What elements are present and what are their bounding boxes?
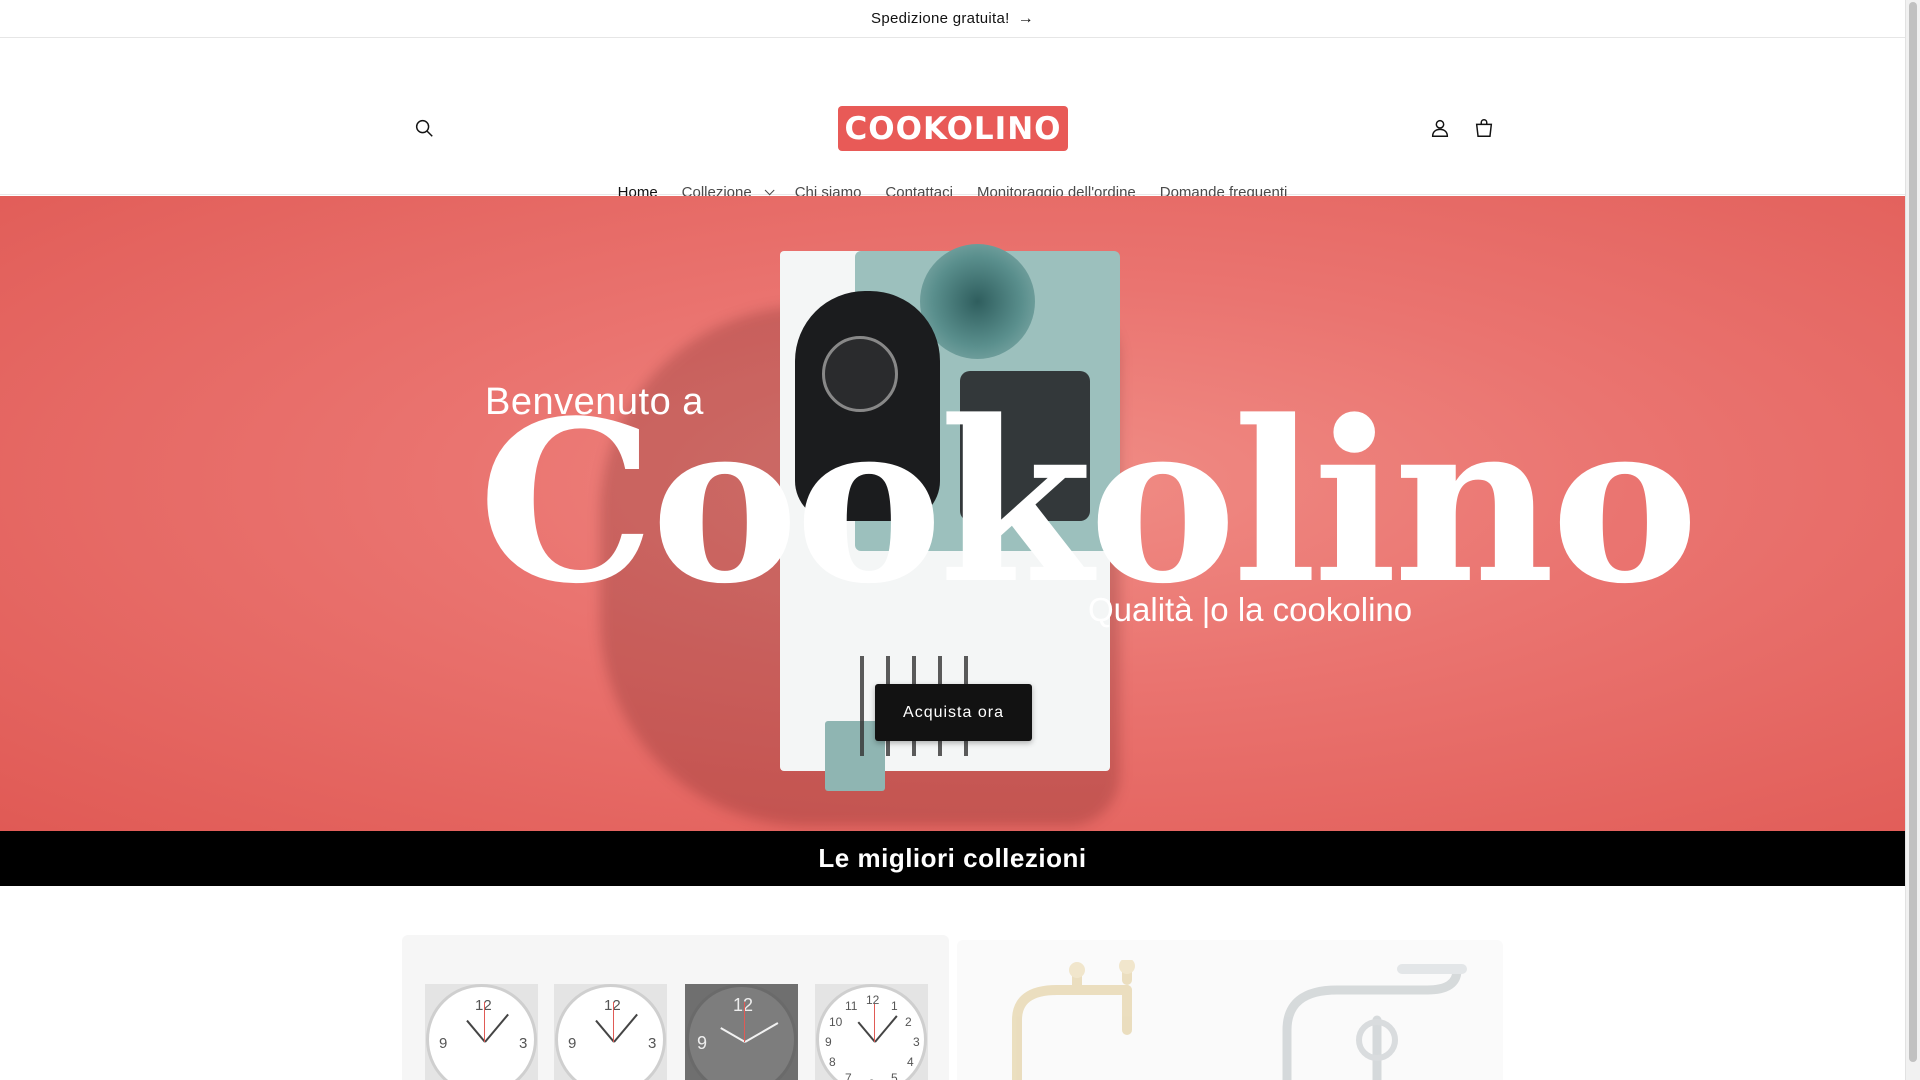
- account-icon[interactable]: [1418, 106, 1462, 150]
- page-scrollbar[interactable]: [1905, 0, 1920, 1080]
- arrow-right-icon: →: [1017, 9, 1034, 27]
- clock-number: 7: [845, 1071, 852, 1080]
- clock-second-hand: [484, 1002, 485, 1042]
- clock-number: 2: [905, 1015, 912, 1029]
- logo[interactable]: COOKOLINO: [838, 106, 1068, 151]
- clock-minute-hand: [744, 1022, 779, 1043]
- hero-tagline: Qualità |o la cookolino: [1088, 591, 1413, 628]
- clock-minute-hand: [874, 1015, 898, 1043]
- clock-minute-hand: [484, 1013, 509, 1043]
- faucet-image-2: [1282, 964, 1467, 1080]
- clock-number: 3: [913, 1035, 920, 1049]
- collection-card-faucets[interactable]: [957, 940, 1503, 1080]
- page: Spedizione gratuita! → COOKOLINO Home Co…: [0, 0, 1905, 1080]
- cart-icon[interactable]: [1462, 106, 1506, 150]
- clock-second-hand: [744, 1002, 745, 1042]
- clock-number: 3: [519, 1035, 528, 1052]
- clock-minute-hand: [613, 1013, 638, 1043]
- clock-number: 11: [845, 999, 858, 1013]
- clock-number: 9: [697, 1033, 708, 1053]
- announcement-text[interactable]: Spedizione gratuita!: [871, 10, 1010, 27]
- clock-number: 12: [866, 993, 880, 1007]
- clock-second-hand: [613, 1002, 614, 1042]
- logo-text: COOKOLINO: [844, 110, 1062, 147]
- clock-product-1: 12 9 3: [425, 984, 538, 1080]
- clock-product-4: 11 12 1 10 2 9 3 8 4 7 6 5: [815, 984, 928, 1080]
- announcement-bar[interactable]: Spedizione gratuita! →: [0, 0, 1905, 38]
- hero-banner: Benvenuto a Cookolino Qualità |o la cook…: [0, 196, 1905, 831]
- chevron-down-icon: [764, 185, 775, 196]
- hero-brand-text: Cookolino: [478, 373, 1699, 633]
- clock-number: 8: [829, 1055, 836, 1069]
- faucet-image-1: [1012, 960, 1135, 1080]
- clock-face: 11 12 1 10 2 9 3 8 4 7 6 5: [816, 984, 927, 1080]
- collections-heading-band: Le migliori collezioni: [0, 831, 1905, 886]
- shop-now-button[interactable]: Acquista ora: [875, 684, 1032, 741]
- clock-number: 9: [825, 1035, 832, 1049]
- scrollbar-thumb[interactable]: [1909, 2, 1917, 1062]
- clock-product-3: 12 9: [685, 984, 798, 1080]
- collection-card-clocks[interactable]: 12 9 3 12 9 3 12 9: [402, 935, 949, 1080]
- clock-face: 12 9: [686, 984, 797, 1080]
- clock-face: 12 9 3: [426, 984, 537, 1080]
- clock-number: 9: [439, 1035, 448, 1052]
- clock-hour-hand: [595, 1019, 615, 1043]
- site-header: COOKOLINO Home Collezione Chi siamo Cont…: [0, 38, 1905, 201]
- collections-heading: Le migliori collezioni: [818, 843, 1087, 873]
- clock-number: 3: [648, 1035, 657, 1052]
- clock-face: 12 9 3: [555, 984, 666, 1080]
- clock-second-hand: [874, 1004, 875, 1042]
- clock-hour-hand: [720, 1027, 746, 1043]
- search-icon[interactable]: [402, 106, 446, 150]
- clock-number: 4: [907, 1055, 914, 1069]
- clock-number: 1: [891, 999, 898, 1013]
- clock-number: 10: [829, 1015, 843, 1029]
- clock-product-2: 12 9 3: [554, 984, 667, 1080]
- clock-hour-hand: [466, 1019, 486, 1043]
- clock-number: 5: [891, 1071, 898, 1080]
- clock-number: 9: [568, 1035, 577, 1052]
